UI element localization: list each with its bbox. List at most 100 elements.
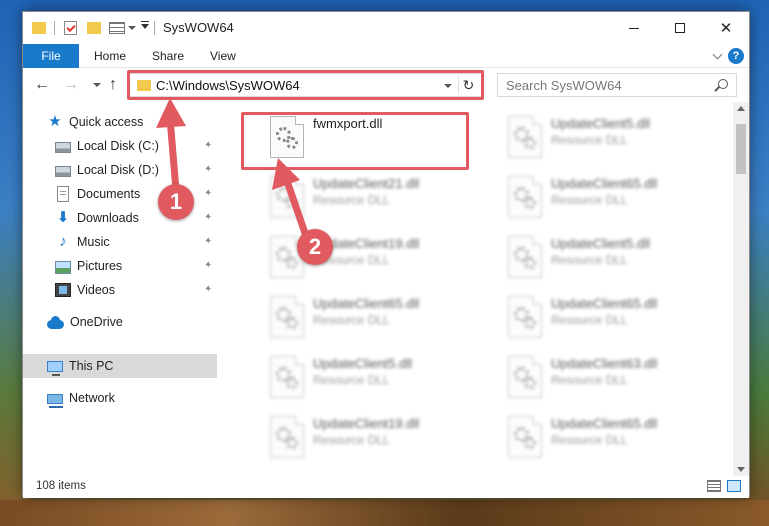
large-icons-view-icon[interactable] — [727, 480, 741, 492]
videos-icon — [55, 283, 71, 297]
file-item[interactable]: UpdateClient5.dll Resource DLL — [265, 352, 495, 412]
pin-icon[interactable]: ✦ — [204, 213, 212, 223]
dll-file-icon — [270, 176, 304, 218]
minimize-icon — [629, 27, 639, 29]
sidebar-item-local-disk-d[interactable]: Local Disk (D:) ✦ — [23, 158, 217, 182]
close-button[interactable]: ✕ — [703, 12, 749, 44]
dll-file-icon — [270, 416, 304, 458]
search-icon — [718, 79, 728, 89]
step-2-badge: 2 — [297, 229, 333, 265]
sidebar-item-label: Quick access — [69, 115, 144, 129]
file-name: UpdateClient65.dll — [551, 416, 658, 431]
file-item[interactable]: UpdateClient63.dll Resource DLL — [503, 352, 733, 412]
pictures-icon — [55, 260, 71, 274]
file-name: UpdateClient19.dll — [313, 416, 420, 431]
file-name: UpdateClient63.dll — [551, 356, 658, 371]
music-icon: ♪ — [59, 233, 67, 250]
sidebar-item-network[interactable]: Network — [23, 386, 217, 410]
file-type: Resource DLL — [313, 193, 390, 207]
sidebar-item-label: Music — [77, 235, 110, 249]
file-name: UpdateClient5.dll — [313, 356, 413, 371]
file-item[interactable]: UpdateClient65.dll Resource DLL — [503, 172, 733, 232]
properties-icon[interactable] — [64, 21, 77, 35]
file-item[interactable]: UpdateClient5.dll Resource DLL — [503, 112, 733, 172]
scroll-up-icon[interactable] — [737, 106, 745, 111]
drive-icon — [55, 166, 71, 177]
address-bar-highlight — [127, 70, 484, 100]
download-icon: ⬇ — [56, 209, 70, 226]
sidebar-item-pictures[interactable]: Pictures ✦ — [23, 254, 217, 278]
expand-ribbon-icon[interactable] — [712, 49, 723, 60]
chevron-down-icon[interactable] — [128, 26, 136, 30]
computer-icon — [47, 361, 63, 376]
pin-icon[interactable]: ✦ — [204, 165, 212, 175]
help-icon[interactable]: ? — [728, 48, 744, 64]
pin-icon[interactable]: ✦ — [204, 285, 212, 295]
sidebar-item-videos[interactable]: Videos ✦ — [23, 278, 217, 302]
details-view-icon[interactable] — [707, 480, 721, 492]
title-bar: SysWOW64 ✕ — [23, 12, 749, 44]
file-highlight — [241, 112, 469, 170]
view-options-icon[interactable] — [109, 22, 125, 34]
scroll-down-icon[interactable] — [737, 467, 745, 472]
sidebar-item-quick-access[interactable]: ★ Quick access — [23, 110, 217, 134]
window-title: SysWOW64 — [163, 20, 234, 35]
pin-icon[interactable]: ✦ — [204, 141, 212, 151]
recent-locations-icon[interactable] — [93, 83, 101, 87]
sidebar-item-label: Documents — [77, 187, 141, 201]
sidebar-item-local-disk-c[interactable]: Local Disk (C:) ✦ — [23, 134, 217, 158]
search-placeholder: Search SysWOW64 — [506, 78, 622, 93]
back-arrow-icon[interactable]: ← — [34, 77, 50, 93]
ribbon-tabs: File Home Share View ? — [23, 44, 749, 68]
tab-file[interactable]: File — [23, 44, 79, 68]
navigation-pane: ★ Quick access Local Disk (C:) ✦ Local D… — [23, 102, 217, 476]
file-type: Resource DLL — [551, 253, 628, 267]
scrollbar-thumb[interactable] — [736, 124, 746, 174]
sidebar-item-label: Videos — [77, 283, 115, 297]
tab-view[interactable]: View — [210, 44, 236, 68]
navigation-bar: ← → ↑ C:\Windows\SysWOW64 ↻ Search SysWO… — [23, 68, 749, 102]
pin-icon[interactable]: ✦ — [204, 189, 212, 199]
new-folder-icon[interactable] — [87, 22, 101, 34]
maximize-button[interactable] — [657, 12, 703, 44]
sidebar-item-label: OneDrive — [70, 315, 123, 329]
sidebar-item-label: Downloads — [77, 211, 139, 225]
file-item[interactable]: UpdateClient65.dll Resource DLL — [503, 292, 733, 352]
file-name: UpdateClient5.dll — [551, 236, 651, 251]
vertical-scrollbar[interactable] — [733, 102, 749, 476]
file-name: UpdateClient65.dll — [551, 176, 658, 191]
file-item[interactable]: UpdateClient5.dll Resource DLL — [503, 232, 733, 292]
file-item[interactable]: UpdateClient65.dll Resource DLL — [503, 412, 733, 472]
dll-file-icon — [508, 176, 542, 218]
pin-icon[interactable]: ✦ — [204, 237, 212, 247]
customize-toolbar-icon[interactable] — [141, 21, 149, 29]
file-item[interactable]: UpdateClient21.dll Resource DLL — [265, 172, 495, 232]
file-name: UpdateClient21.dll — [313, 176, 420, 191]
drive-icon — [55, 142, 71, 153]
sidebar-item-music[interactable]: ♪ Music ✦ — [23, 230, 217, 254]
sidebar-item-onedrive[interactable]: OneDrive — [23, 310, 217, 334]
file-type: Resource DLL — [313, 313, 390, 327]
file-item[interactable]: UpdateClient19.dll Resource DLL — [265, 412, 495, 472]
cloud-icon — [47, 315, 64, 329]
desktop-wallpaper-bottom — [0, 500, 769, 526]
step-1-badge: 1 — [158, 184, 194, 220]
tab-share[interactable]: Share — [152, 44, 184, 68]
minimize-button[interactable] — [611, 12, 657, 44]
pin-icon[interactable]: ✦ — [204, 261, 212, 271]
file-item[interactable]: UpdateClient65.dll Resource DLL — [265, 292, 495, 352]
tab-home[interactable]: Home — [94, 44, 126, 68]
file-name: UpdateClient5.dll — [551, 116, 651, 131]
forward-arrow-icon[interactable]: → — [63, 77, 79, 93]
file-name: UpdateClient65.dll — [313, 296, 420, 311]
file-type: Resource DLL — [551, 193, 628, 207]
dll-file-icon — [270, 356, 304, 398]
file-name: UpdateClient65.dll — [551, 296, 658, 311]
search-input[interactable]: Search SysWOW64 — [497, 73, 737, 97]
up-arrow-icon[interactable]: ↑ — [109, 77, 117, 93]
sidebar-item-this-pc[interactable]: This PC — [23, 354, 217, 378]
file-type: Resource DLL — [313, 373, 390, 387]
file-type: Resource DLL — [551, 373, 628, 387]
dll-file-icon — [270, 296, 304, 338]
network-icon — [47, 393, 63, 408]
